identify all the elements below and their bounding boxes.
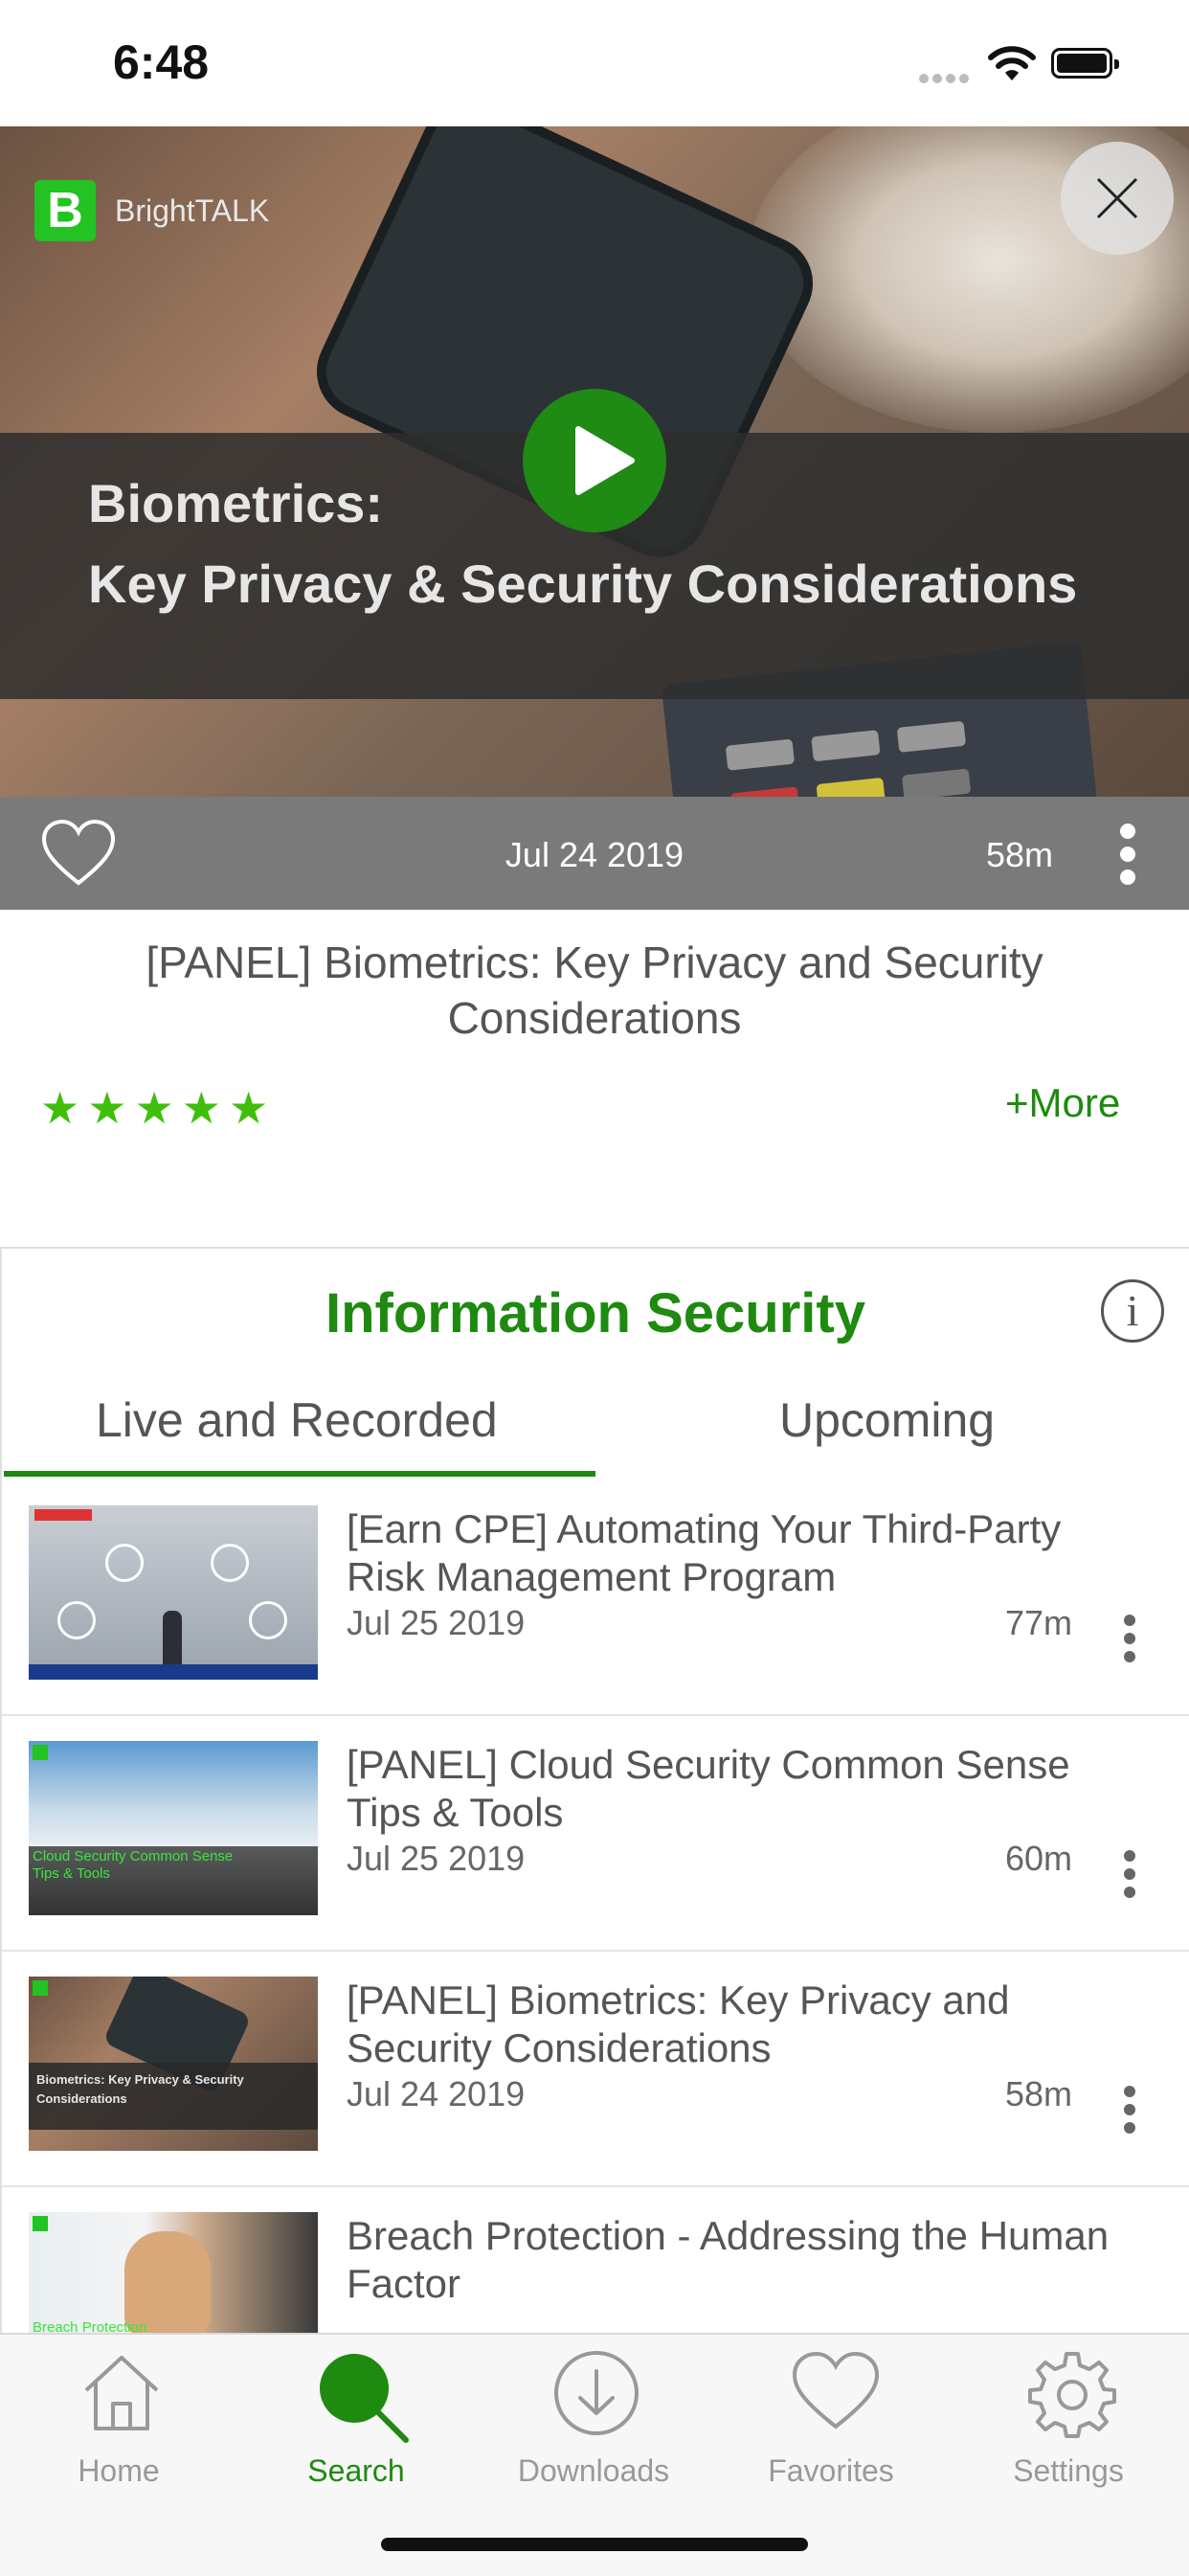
video-meta-bar: Jul 24 2019 58m [0,797,1189,910]
list-item[interactable]: Breach Protection Breach Protection - Ad… [2,2187,1189,2335]
star-icon: ★ [87,1083,127,1133]
more-options-icon[interactable] [1124,1615,1135,1669]
status-bar: 6:48 [0,0,1189,126]
tab-live-and-recorded[interactable]: Live and Recorded [96,1392,498,1448]
list-item[interactable]: [Earn CPE] Automating Your Third-Party R… [2,1480,1189,1716]
list-item-title: [PANEL] Cloud Security Common Sense Tips… [347,1742,1070,1835]
tab-settings[interactable]: Settings [950,2335,1187,2497]
heart-icon [792,2351,880,2429]
more-options-icon[interactable] [1124,2086,1135,2140]
play-button[interactable] [523,389,666,532]
more-options-icon[interactable] [1120,824,1135,893]
list-item-date: Jul 25 2019 [347,1603,526,1642]
star-icon: ★ [134,1083,174,1133]
channel-title: Information Security [325,1282,865,1344]
list-item-date: Jul 24 2019 [347,2074,526,2113]
star-icon: ★ [229,1083,269,1133]
video-thumbnail: Biometrics: Key Privacy & Security Consi… [29,1977,318,2151]
tab-search[interactable]: Search [237,2335,475,2497]
video-thumbnail: Breach Protection [29,2212,318,2335]
list-item-title: Breach Protection - Addressing the Human… [347,2213,1110,2306]
list-item-date: Jul 25 2019 [347,1839,526,1878]
list-item-duration: 77m [1005,1603,1073,1642]
info-icon[interactable]: i [1101,1279,1164,1343]
star-icon: ★ [40,1083,80,1133]
play-icon [575,426,635,495]
tab-downloads[interactable]: Downloads [475,2335,712,2497]
tab-home[interactable]: Home [0,2335,237,2497]
status-time: 6:48 [113,35,210,89]
list-item[interactable]: Cloud Security Common Sense Tips & Tools… [2,1716,1189,1952]
close-icon [1096,177,1138,219]
active-tab-indicator [4,1471,595,1477]
list-item-duration: 58m [1005,2074,1073,2113]
home-indicator[interactable] [381,2538,808,2551]
close-button[interactable] [1061,142,1174,255]
list-item-title: [Earn CPE] Automating Your Third-Party R… [347,1506,1062,1599]
video-thumbnail [29,1505,318,1680]
battery-icon [1051,48,1119,79]
gear-icon [1028,2352,1116,2438]
channel-panel: Information Security i Live and Recorded… [0,1247,1189,2335]
brand-logo: B BrightTALK [34,180,269,241]
more-options-icon[interactable] [1124,1850,1135,1905]
list-item[interactable]: Biometrics: Key Privacy & Security Consi… [2,1952,1189,2187]
brighttalk-logo-icon: B [34,180,96,241]
search-icon [320,2354,409,2443]
video-hero[interactable]: B BrightTALK Biometrics: Key Privacy & S… [0,126,1189,797]
video-title: [PANEL] Biometrics: Key Privacy and Secu… [146,938,1043,1043]
more-link[interactable]: +More [1005,1080,1120,1126]
cellular-signal-icon [919,71,975,83]
star-icon: ★ [181,1083,221,1133]
home-icon [84,2356,159,2430]
download-icon [554,2351,639,2435]
brand-name: BrightTALK [115,192,270,228]
wifi-icon [988,46,1036,80]
tab-favorites[interactable]: Favorites [712,2335,950,2497]
star-rating: ★ ★ ★ ★ ★ [40,1086,276,1130]
tab-upcoming[interactable]: Upcoming [779,1392,995,1448]
video-duration: 58m [986,835,1054,874]
video-thumbnail: Cloud Security Common Sense Tips & Tools [29,1741,318,1915]
list-item-title: [PANEL] Biometrics: Key Privacy and Secu… [347,1977,1010,2070]
list-item-duration: 60m [1005,1839,1073,1878]
